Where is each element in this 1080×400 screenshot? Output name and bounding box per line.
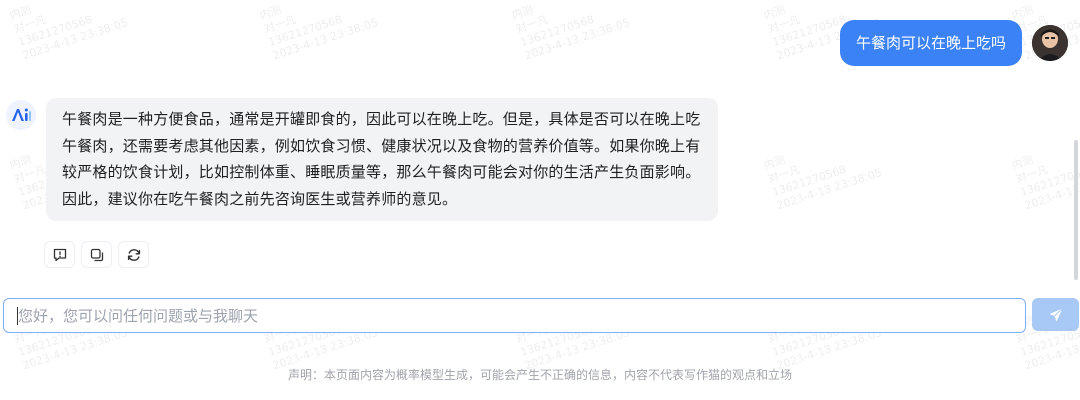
user-avatar: [1032, 25, 1068, 61]
watermark-line: 内测: [510, 3, 535, 23]
watermark-line: 对一凡: [262, 13, 298, 36]
watermark-line: 对一凡: [12, 13, 48, 36]
refresh-icon: [127, 248, 140, 261]
assistant-logo-icon: [6, 100, 36, 130]
watermark-line: 内测: [1010, 153, 1035, 173]
watermark-line: 2023-4-13 23:38:05: [1022, 166, 1080, 213]
chat-input[interactable]: [4, 299, 1025, 332]
send-button[interactable]: [1032, 298, 1079, 331]
copy-icon: [90, 248, 103, 261]
watermark-line: 13621270568: [1018, 162, 1080, 199]
user-message-bubble: 午餐肉可以在晚上吃吗: [839, 20, 1022, 66]
watermark-line: 13621270568: [518, 12, 596, 49]
assistant-message-row: 午餐肉是一种方便食品，通常是开罐即食的，因此可以在晚上吃。但是，具体是否可以在晚…: [6, 98, 718, 221]
watermark-line: 2023-4-13 23:38:05: [270, 16, 380, 63]
user-message-row: 午餐肉可以在晚上吃吗: [839, 20, 1068, 66]
user-avatar-image: [1032, 25, 1068, 61]
watermark-tile: 内测对一凡136212705682023-4-13 23:38:05: [762, 126, 884, 213]
watermark-line: 对一凡: [514, 13, 550, 36]
copy-button[interactable]: [81, 241, 112, 268]
regenerate-button[interactable]: [118, 241, 149, 268]
disclaimer-text: 声明：本页面内容为概率模型生成，可能会产生不正确的信息，内容不代表写作猫的观点和…: [287, 368, 792, 382]
scrollbar[interactable]: [1074, 140, 1078, 280]
watermark-line: 13621270568: [770, 162, 848, 199]
feedback-icon: [53, 248, 66, 261]
watermark-line: 对一凡: [1014, 163, 1050, 186]
watermark-line: 内测: [762, 153, 787, 173]
text-caret: [17, 307, 18, 325]
watermark-line: 对一凡: [766, 163, 802, 186]
watermark-line: 2023-4-13 23:38:05: [774, 166, 884, 213]
chat-input-container: [3, 298, 1026, 333]
watermark-tile: 内测对一凡136212705682023-4-13 23:38:05: [258, 0, 380, 63]
watermark-tile: 内测对一凡136212705682023-4-13 23:38:05: [8, 0, 130, 63]
send-icon: [1049, 307, 1063, 321]
feedback-button[interactable]: [44, 241, 75, 268]
watermark-line: 内测: [258, 3, 283, 23]
message-actions: [44, 241, 149, 268]
watermark-line: 13621270568: [16, 12, 94, 49]
watermark-line: 内测: [8, 3, 33, 23]
watermark-line: 2023-4-13 23:38:05: [522, 16, 632, 63]
watermark-tile: 内测对一凡136212705682023-4-13 23:38:05: [510, 0, 632, 63]
watermark-line: 13621270568: [266, 12, 344, 49]
watermark-line: 2023-4-13 23:38:05: [20, 16, 130, 63]
assistant-message-bubble: 午餐肉是一种方便食品，通常是开罐即食的，因此可以在晚上吃。但是，具体是否可以在晚…: [46, 98, 718, 221]
assistant-message-text: 午餐肉是一种方便食品，通常是开罐即食的，因此可以在晚上吃。但是，具体是否可以在晚…: [62, 110, 701, 208]
watermark-tile: 内测对一凡136212705682023-4-13 23:38:05: [1010, 126, 1080, 213]
